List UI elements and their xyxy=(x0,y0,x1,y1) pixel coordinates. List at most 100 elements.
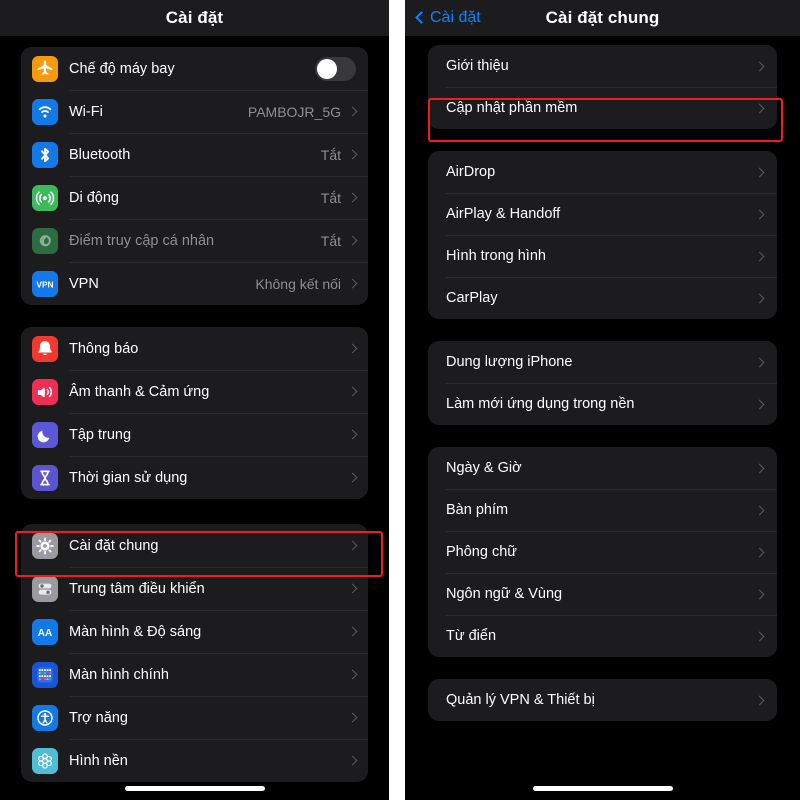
chevron-right-icon xyxy=(754,547,765,557)
speaker-icon xyxy=(32,378,58,405)
settings-group: Thông báo Âm thanh & Cảm ứng Tập trung Thời… xyxy=(21,327,368,499)
chevron-right-icon xyxy=(754,631,765,641)
chevron-right-icon xyxy=(347,626,358,637)
moon-icon xyxy=(32,421,58,448)
settings-row[interactable]: Tập trung xyxy=(21,413,368,456)
left-nav-bar: Cài đặt xyxy=(0,0,389,36)
settings-row[interactable]: Ngày & Giờ xyxy=(428,447,777,489)
right-settings-list[interactable]: Giới thiệu Cập nhật phần mềm AirDrop AirPla… xyxy=(405,36,800,800)
settings-row-label: AirPlay & Handoff xyxy=(446,206,561,222)
settings-row[interactable]: Cập nhật phần mềm xyxy=(428,87,777,129)
display-brightness-icon: AA xyxy=(32,618,58,645)
settings-row-label: Dung lượng iPhone xyxy=(446,354,573,370)
settings-row[interactable]: VPN VPN Không kết nối xyxy=(21,262,368,305)
settings-row[interactable]: Giới thiệu xyxy=(428,45,777,87)
airplane-mode-toggle[interactable] xyxy=(315,56,356,81)
wallpaper-icon xyxy=(32,747,58,774)
settings-row[interactable]: Âm thanh & Cảm ứng xyxy=(21,370,368,413)
settings-row-label: Trung tâm điều khiển xyxy=(69,580,205,597)
vpn-icon: VPN xyxy=(32,270,58,297)
bell-icon xyxy=(32,335,58,362)
settings-row-label: Màn hình chính xyxy=(69,666,169,683)
settings-row[interactable]: Di động Tắt xyxy=(21,176,368,219)
settings-row-label: Âm thanh & Cảm ứng xyxy=(69,383,210,400)
settings-row[interactable]: AirPlay & Handoff xyxy=(428,193,777,235)
settings-row-label: Phông chữ xyxy=(446,544,517,560)
chevron-right-icon xyxy=(754,251,765,261)
settings-row[interactable]: Chế độ máy bay xyxy=(21,47,368,90)
settings-row[interactable]: Từ điển xyxy=(428,615,777,657)
chevron-right-icon xyxy=(347,669,358,680)
settings-row[interactable]: CarPlay xyxy=(428,277,777,319)
settings-row-label: Làm mới ứng dụng trong nền xyxy=(446,396,635,412)
settings-row-label: Từ điển xyxy=(446,628,497,644)
right-nav-bar: Cài đặt Cài đặt chung xyxy=(405,0,800,36)
settings-row-value: Tắt xyxy=(320,189,341,206)
settings-row-label: Tập trung xyxy=(69,426,132,443)
chevron-right-icon xyxy=(347,149,358,160)
page-title: Cài đặt chung xyxy=(545,8,660,27)
toggle-knob xyxy=(317,58,337,79)
settings-row[interactable]: Hình trong hình xyxy=(428,235,777,277)
chevron-right-icon xyxy=(347,472,358,483)
left-settings-list[interactable]: Chế độ máy bay Wi-Fi PAMBOJR_5G Bluetooth Tắ… xyxy=(0,36,389,800)
settings-row[interactable]: Wi-Fi PAMBOJR_5G xyxy=(21,90,368,133)
settings-row[interactable]: Cài đặt chung xyxy=(21,524,368,567)
settings-row[interactable]: Quản lý VPN & Thiết bị xyxy=(428,679,777,721)
settings-row-value: Tắt xyxy=(320,146,341,163)
settings-row[interactable]: Bàn phím xyxy=(428,489,777,531)
settings-row-label: Bluetooth xyxy=(69,146,131,163)
settings-row[interactable]: Dung lượng iPhone xyxy=(428,341,777,383)
chevron-right-icon xyxy=(754,357,765,367)
chevron-right-icon xyxy=(754,505,765,515)
settings-row[interactable]: AA Màn hình & Độ sáng xyxy=(21,610,368,653)
wifi-icon xyxy=(32,98,58,125)
settings-row-label: Màn hình & Độ sáng xyxy=(69,623,202,640)
settings-group: Ngày & Giờ Bàn phím Phông chữ Ngôn ngữ & Vù… xyxy=(428,447,777,657)
cellular-icon xyxy=(32,184,58,211)
back-button[interactable]: Cài đặt xyxy=(415,9,481,27)
settings-row-label: Bàn phím xyxy=(446,502,509,518)
settings-row[interactable]: AirDrop xyxy=(428,151,777,193)
settings-row-label: CarPlay xyxy=(446,290,498,306)
settings-group: Giới thiệu Cập nhật phần mềm xyxy=(428,45,777,129)
chevron-right-icon xyxy=(347,583,358,594)
chevron-right-icon xyxy=(754,61,765,71)
settings-row-label: Trợ năng xyxy=(69,709,128,726)
settings-row-label: Cập nhật phần mềm xyxy=(446,100,578,116)
settings-row-label: Chế độ máy bay xyxy=(69,60,175,77)
settings-row[interactable]: Điểm truy cập cá nhân Tắt xyxy=(21,219,368,262)
back-button-label: Cài đặt xyxy=(430,9,481,26)
settings-row[interactable]: Phông chữ xyxy=(428,531,777,573)
airplane-icon xyxy=(32,55,58,82)
settings-row[interactable]: Thời gian sử dụng xyxy=(21,456,368,499)
settings-group: Quản lý VPN & Thiết bị xyxy=(428,679,777,721)
settings-row-value: Tắt xyxy=(320,232,341,249)
settings-row[interactable]: Trung tâm điều khiển xyxy=(21,567,368,610)
hotspot-icon xyxy=(32,227,58,254)
chevron-right-icon xyxy=(347,235,358,246)
settings-group: Chế độ máy bay Wi-Fi PAMBOJR_5G Bluetooth Tắ… xyxy=(21,47,368,305)
settings-panel-right: Cài đặt Cài đặt chung Giới thiệu Cập nhật… xyxy=(405,0,800,800)
settings-row-label: Thông báo xyxy=(69,340,139,357)
settings-row[interactable]: Ngôn ngữ & Vùng xyxy=(428,573,777,615)
settings-row-label: Hình trong hình xyxy=(446,248,546,264)
page-title: Cài đặt xyxy=(165,8,224,27)
settings-row[interactable]: Bluetooth Tắt xyxy=(21,133,368,176)
chevron-right-icon xyxy=(347,106,358,117)
chevron-right-icon xyxy=(754,463,765,473)
list-top-spacer xyxy=(21,36,368,47)
list-top-spacer xyxy=(428,36,777,45)
settings-row-label: AirDrop xyxy=(446,164,496,180)
settings-row[interactable]: Làm mới ứng dụng trong nền xyxy=(428,383,777,425)
settings-row[interactable]: Thông báo xyxy=(21,327,368,370)
settings-row[interactable]: Hình nền xyxy=(21,739,368,782)
home-indicator-right xyxy=(532,786,673,791)
settings-row-label: Cài đặt chung xyxy=(69,537,159,554)
settings-row[interactable]: Màn hình chính xyxy=(21,653,368,696)
settings-group: AirDrop AirPlay & Handoff Hình trong hình C… xyxy=(428,151,777,319)
settings-row[interactable]: Trợ năng xyxy=(21,696,368,739)
